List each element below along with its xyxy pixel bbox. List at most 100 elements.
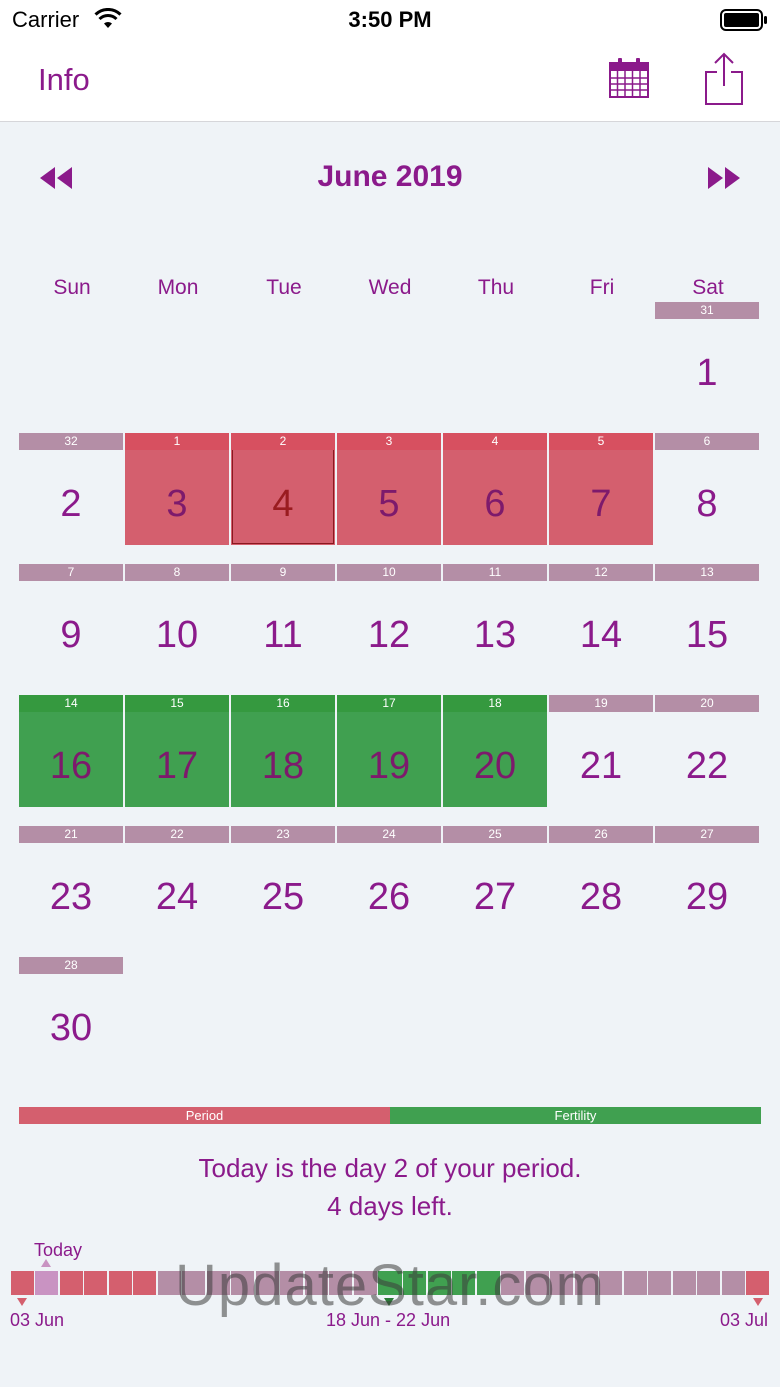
cycle-day-label: 22 — [125, 826, 229, 843]
day-number: 15 — [685, 614, 729, 656]
day-number: 5 — [378, 483, 400, 525]
calendar-day-7[interactable]: 57 — [549, 433, 653, 545]
day-number: 4 — [272, 483, 294, 525]
cycle-day-label: 23 — [231, 826, 335, 843]
calendar-day-18[interactable]: 16 18 — [231, 695, 335, 807]
calendar-day-10[interactable]: 8 10 — [125, 564, 229, 676]
battery-icon — [720, 9, 768, 36]
calendar-day-1[interactable]: 31 1 — [655, 302, 759, 414]
calendar-day-25[interactable]: 23 25 — [231, 826, 335, 938]
calendar-day-12[interactable]: 10 12 — [337, 564, 441, 676]
cycle-day-label: 9 — [231, 564, 335, 581]
cycle-day-label: 10 — [337, 564, 441, 581]
status-bar: Carrier 3:50 PM — [0, 0, 780, 40]
calendar-day-26[interactable]: 24 26 — [337, 826, 441, 938]
day-number: 8 — [696, 483, 718, 525]
calendar-day-28[interactable]: 26 28 — [549, 826, 653, 938]
day-number: 27 — [473, 876, 517, 918]
calendar-day-2[interactable]: 32 2 — [19, 433, 123, 545]
cycle-day-label: 20 — [655, 695, 759, 712]
day-number: 9 — [60, 614, 82, 656]
calendar-day-13[interactable]: 11 13 — [443, 564, 547, 676]
share-icon[interactable] — [704, 52, 744, 111]
day-number: 17 — [155, 745, 199, 787]
day-number: 19 — [367, 745, 411, 787]
calendar-day-29[interactable]: 27 29 — [655, 826, 759, 938]
calendar-day-6[interactable]: 46 — [443, 433, 547, 545]
day-number: 11 — [263, 614, 303, 656]
day-number: 22 — [685, 745, 729, 787]
calendar-day-22[interactable]: 20 22 — [655, 695, 759, 807]
cycle-day-label: 5 — [549, 433, 653, 450]
calendar-day-3[interactable]: 13 — [125, 433, 229, 545]
day-number: 21 — [579, 745, 623, 787]
cycle-day-label: 3 — [337, 433, 441, 450]
cycle-day-label: 18 — [443, 695, 547, 712]
calendar-day-11[interactable]: 9 11 — [231, 564, 335, 676]
day-number: 14 — [579, 614, 623, 656]
cycle-day-label: 25 — [443, 826, 547, 843]
cycle-day-label: 26 — [549, 826, 653, 843]
calendar-day-14[interactable]: 12 14 — [549, 564, 653, 676]
calendar-day-5[interactable]: 35 — [337, 433, 441, 545]
day-number: 3 — [166, 483, 188, 525]
day-number: 30 — [49, 1007, 93, 1049]
cycle-day-label: 32 — [19, 433, 123, 450]
weekday-6: Sat — [692, 276, 724, 299]
day-number: 2 — [60, 483, 82, 525]
calendar-day-15[interactable]: 13 15 — [655, 564, 759, 676]
cycle-day-label: 19 — [549, 695, 653, 712]
calendar-day-20[interactable]: 18 20 — [443, 695, 547, 807]
day-number: 23 — [49, 876, 93, 918]
day-number: 24 — [155, 876, 199, 918]
calendar-day-24[interactable]: 22 24 — [125, 826, 229, 938]
calendar-day-17[interactable]: 15 17 — [125, 695, 229, 807]
day-number: 7 — [590, 483, 612, 525]
cycle-day-label: 4 — [443, 433, 547, 450]
calendar-day-23[interactable]: 21 23 — [19, 826, 123, 938]
cycle-day-label: 27 — [655, 826, 759, 843]
weekday-5: Fri — [589, 276, 615, 299]
day-number: 12 — [367, 614, 411, 656]
clock: 3:50 PM — [348, 7, 432, 32]
cycle-day-label: 24 — [337, 826, 441, 843]
calendar-day-21[interactable]: 19 21 — [549, 695, 653, 807]
navigation-bar: Info — [0, 40, 780, 122]
weekday-0: Sun — [53, 276, 91, 299]
day-number: 10 — [155, 614, 199, 656]
legend-period: Period — [19, 1107, 390, 1124]
weekday-3: Wed — [368, 276, 412, 299]
calendar-day-30[interactable]: 28 30 — [19, 957, 123, 1069]
weekday-1: Mon — [157, 276, 199, 299]
cycle-day-label: 1 — [125, 433, 229, 450]
next-month-button[interactable] — [706, 165, 742, 196]
cycle-day-label: 11 — [443, 564, 547, 581]
day-number: 29 — [685, 876, 729, 918]
calendar-day-19[interactable]: 17 19 — [337, 695, 441, 807]
calendar-icon[interactable] — [608, 57, 650, 104]
day-number: 16 — [49, 745, 93, 787]
status-message-line2: 4 days left. — [327, 1191, 453, 1221]
cycle-day-label: 21 — [19, 826, 123, 843]
day-number: 20 — [473, 745, 517, 787]
day-number: 25 — [261, 876, 305, 918]
day-number: 1 — [696, 352, 718, 394]
calendar-day-4[interactable]: 24 — [231, 433, 335, 545]
cycle-day-label: 15 — [125, 695, 229, 712]
info-button[interactable]: Info — [38, 62, 90, 98]
weekday-2: Tue — [266, 276, 302, 299]
day-number: 6 — [484, 483, 506, 525]
cycle-day-label: 7 — [19, 564, 123, 581]
cycle-day-label: 17 — [337, 695, 441, 712]
cycle-day-label: 31 — [655, 302, 759, 319]
calendar-day-8[interactable]: 68 — [655, 433, 759, 545]
cycle-day-label: 13 — [655, 564, 759, 581]
calendar-day-27[interactable]: 25 27 — [443, 826, 547, 938]
day-number: 26 — [367, 876, 411, 918]
cycle-day-label: 8 — [125, 564, 229, 581]
cycle-day-label: 2 — [231, 433, 335, 450]
cycle-day-label: 12 — [549, 564, 653, 581]
calendar-day-16[interactable]: 14 16 — [19, 695, 123, 807]
month-title: June 2019 — [317, 160, 463, 193]
calendar-day-9[interactable]: 79 — [19, 564, 123, 676]
